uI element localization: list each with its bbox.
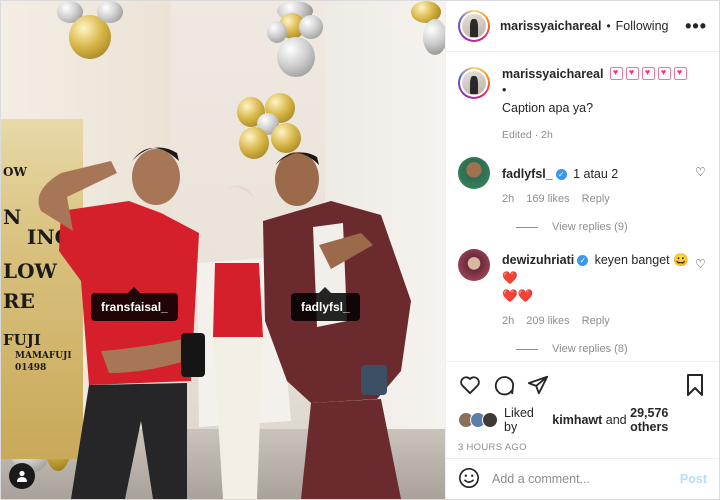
heart-emoji-icon [625, 67, 639, 80]
comment-text-line2: ❤️❤️ [502, 289, 534, 303]
post-header: marissyaichareal • Following ••• [446, 1, 719, 52]
comment-row: fadlyfsl_ ✓ 1 atau 2 2h 169 likes Reply ♡ [458, 157, 707, 205]
post-details-panel: marissyaichareal • Following ••• marissy… [445, 1, 719, 499]
comment-likes[interactable]: 169 likes [526, 193, 569, 205]
verified-badge-icon: ✓ [577, 255, 589, 267]
likes-summary: Liked by kimhawt and 29,576 others [458, 406, 707, 434]
heart-emoji-icon [641, 67, 655, 80]
comment-time: 2h [502, 315, 515, 327]
comment-username[interactable]: fadlyfsl_ [502, 167, 553, 181]
heart-emoji-icon [657, 67, 671, 80]
commenter-avatar[interactable] [458, 249, 490, 281]
author-username[interactable]: marissyaichareal [500, 19, 601, 33]
photo-user-tag[interactable]: fadlyfsl_ [291, 287, 360, 321]
view-replies-label: View replies (9) [552, 221, 628, 233]
replies-line [516, 226, 538, 228]
caption-meta: Edited · 2h [502, 129, 553, 141]
reply-button[interactable]: Reply [582, 193, 610, 205]
comments-section[interactable]: marissyaichareal • Caption apa ya? Edite… [446, 53, 719, 359]
verified-badge-icon: ✓ [555, 169, 567, 181]
user-icon [17, 470, 27, 482]
people-illustration [38, 147, 411, 499]
reply-button[interactable]: Reply [582, 315, 610, 327]
post-timestamp[interactable]: 3 HOURS AGO [458, 442, 707, 453]
author-avatar[interactable] [458, 67, 490, 99]
like-comment-heart-icon[interactable]: ♡ [695, 257, 707, 271]
liked-by-prefix: Liked by [504, 406, 534, 434]
post-actions: Liked by kimhawt and 29,576 others 3 HOU… [446, 361, 719, 453]
comment-meta: 2h 209 likes Reply [502, 315, 707, 327]
caption-bullet: • [502, 83, 507, 97]
caption-text: Caption apa ya? [502, 101, 594, 115]
author-avatar[interactable] [458, 10, 490, 42]
add-comment-input[interactable] [492, 472, 680, 486]
post-comment-button[interactable]: Post [680, 472, 707, 486]
like-heart-icon[interactable] [458, 373, 482, 397]
comment-row: dewizuhriati ✓ keyen banget 😀❤️ ❤️❤️ 2h 2… [458, 249, 707, 327]
replies-line [516, 348, 538, 350]
heart-emoji-icon [673, 67, 687, 80]
liked-by-and: and [605, 413, 627, 427]
like-comment-heart-icon[interactable]: ♡ [695, 165, 707, 179]
view-replies-label: View replies (8) [552, 343, 628, 355]
view-replies-button[interactable]: View replies (8) [516, 343, 707, 355]
comment-meta: 2h 169 likes Reply [502, 193, 707, 205]
emoji-icon[interactable] [458, 467, 480, 492]
comment-icon[interactable] [492, 373, 516, 397]
view-replies-button[interactable]: View replies (9) [516, 221, 707, 233]
following-button[interactable]: Following [616, 19, 669, 33]
likers-avatars[interactable] [458, 412, 498, 428]
commenter-avatar[interactable] [458, 157, 490, 189]
comment-time: 2h [502, 193, 515, 205]
heart-emoji-icon [609, 67, 623, 80]
post-photo[interactable]: OW N ING LOW RE FUJI MAMAFUJI 01498 fran… [1, 1, 445, 499]
more-options-icon[interactable]: ••• [685, 16, 707, 37]
tagged-users-button[interactable] [9, 463, 35, 489]
separator-dot: • [606, 19, 611, 33]
comment-text: 1 atau 2 [573, 167, 619, 181]
comment-likes[interactable]: 209 likes [526, 315, 569, 327]
liked-by-count[interactable]: 29,576 others [630, 406, 707, 434]
share-icon[interactable] [526, 373, 550, 397]
caption-row: marissyaichareal • Caption apa ya? Edite… [458, 67, 707, 141]
caption-username[interactable]: marissyaichareal [502, 67, 603, 81]
save-bookmark-icon[interactable] [683, 373, 707, 397]
instagram-post-window: OW N ING LOW RE FUJI MAMAFUJI 01498 fran… [0, 0, 720, 500]
comment-username[interactable]: dewizuhriati [502, 253, 574, 267]
comment-composer: Post [446, 458, 719, 499]
photo-user-tag[interactable]: fransfaisal_ [91, 287, 178, 321]
liked-by-user[interactable]: kimhawt [552, 413, 602, 427]
